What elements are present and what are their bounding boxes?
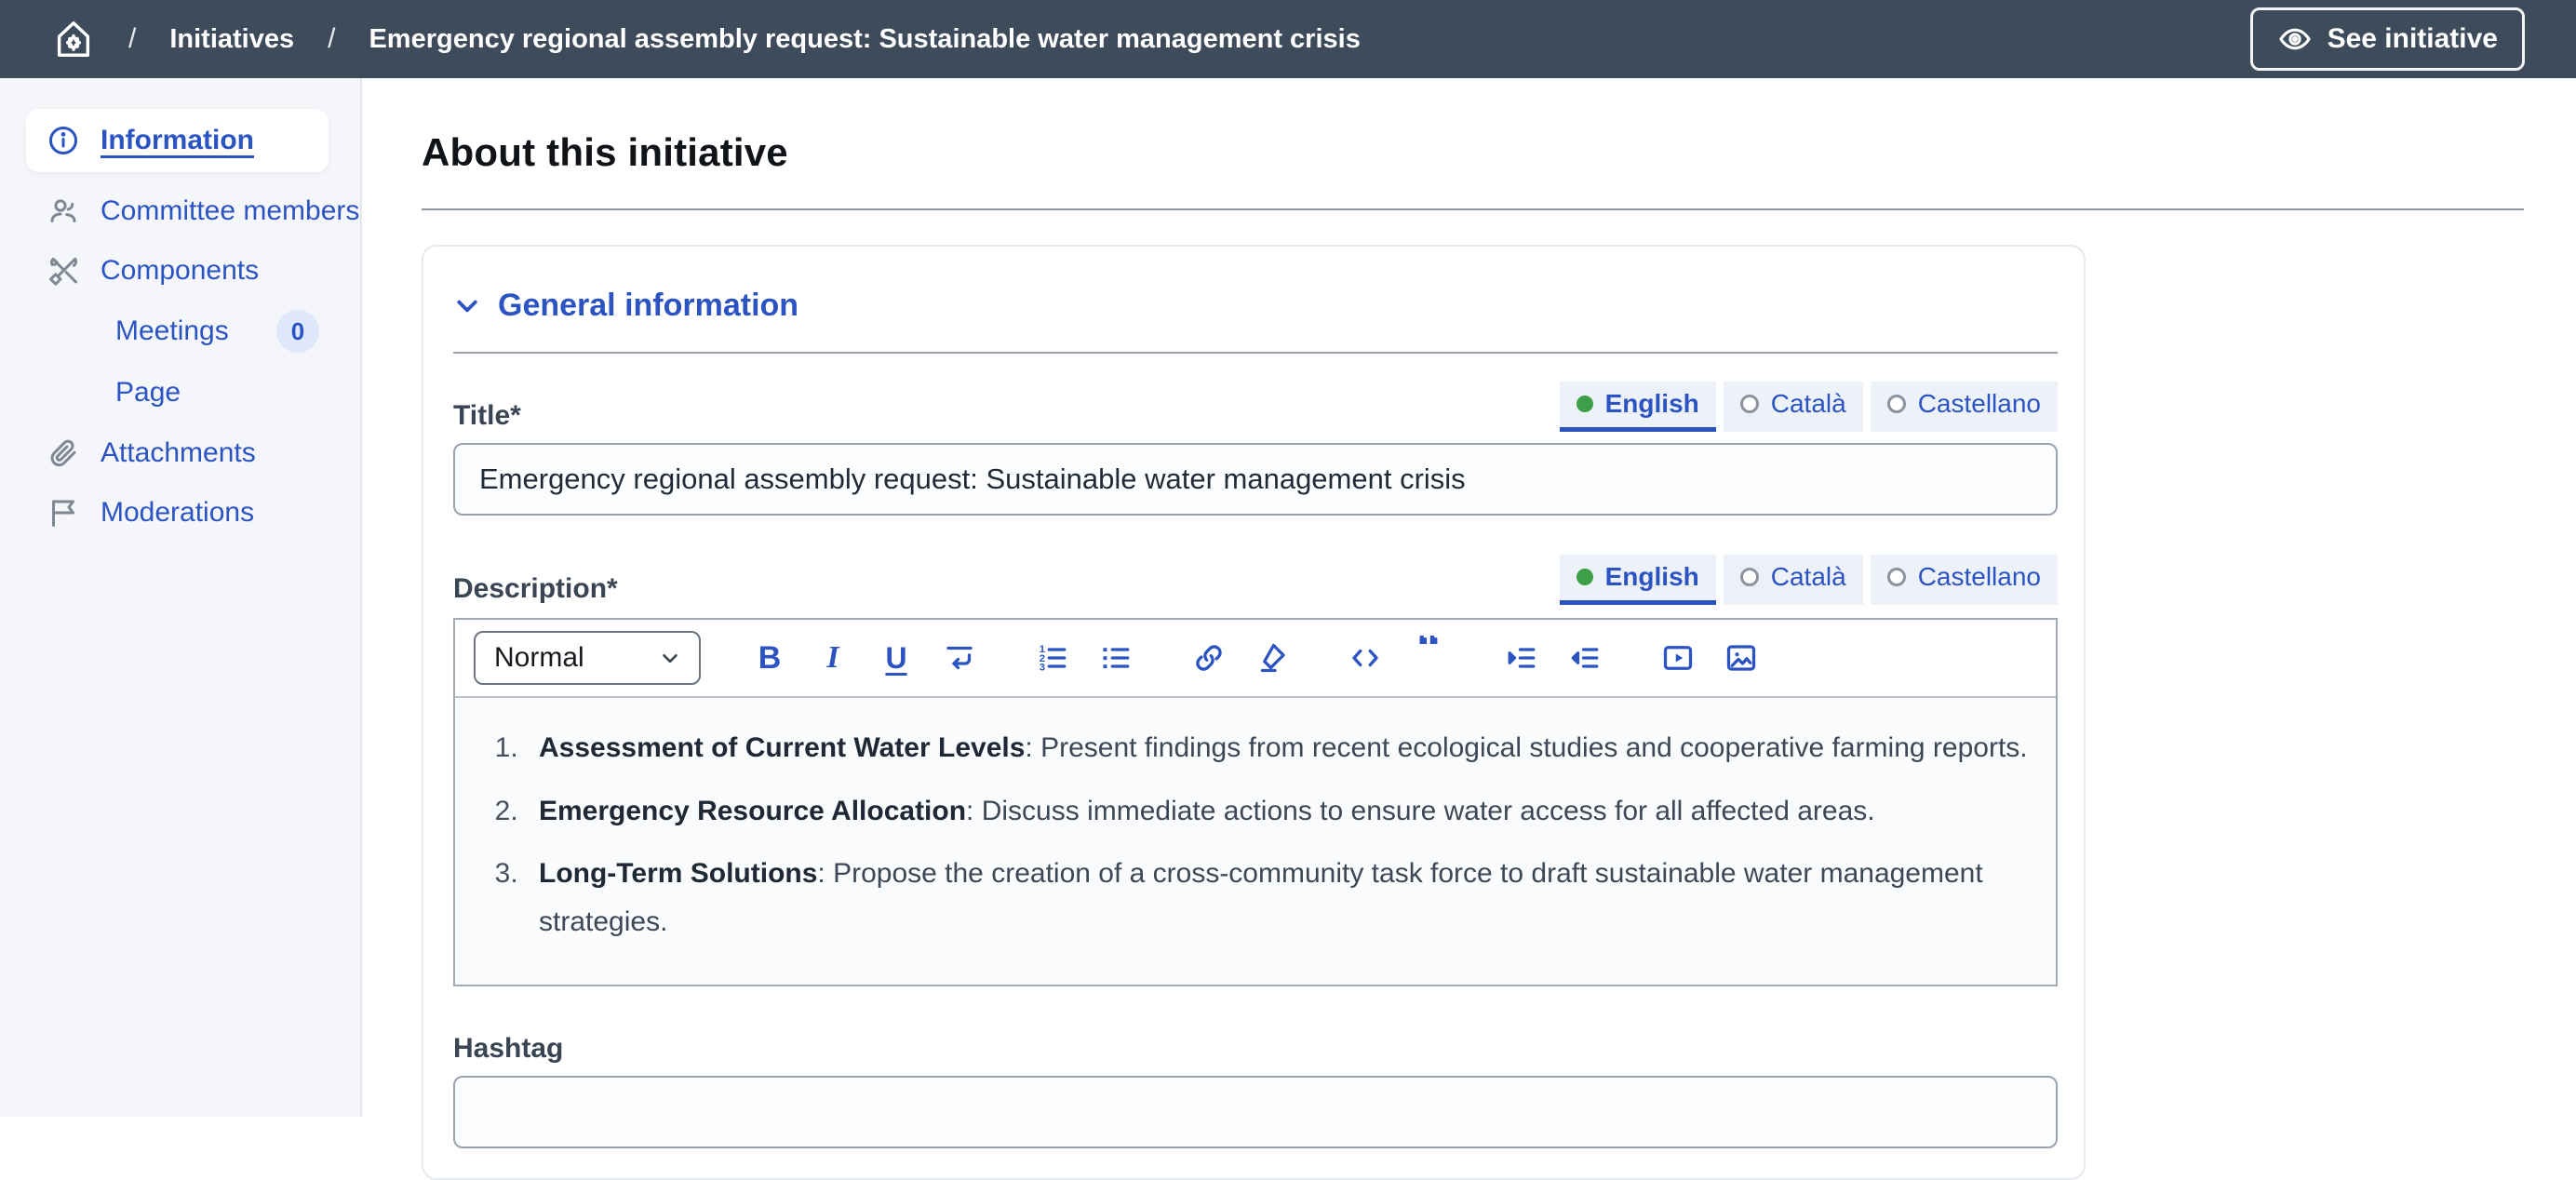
title-language-tabs: English Català Castellano [1560,382,2058,432]
admin-topbar: / Initiatives / Emergency regional assem… [0,0,2576,78]
ordered-list-icon[interactable]: 1 2 3 [1032,636,1073,680]
lang-tab-catala[interactable]: Català [1724,382,1863,432]
tools-icon [47,254,80,288]
title-field-label: Title* [453,400,521,432]
untranslated-circle-icon [1887,395,1906,413]
link-icon[interactable] [1188,636,1229,680]
lang-tab-label: Català [1771,389,1846,419]
general-information-card: General information Title* English Catal… [422,245,2086,1180]
editor-toolbar: Normal B I U [455,620,2056,698]
flag-icon [47,496,80,530]
lang-tab-label: Castellano [1918,389,2041,419]
paperclip-icon [47,436,80,470]
description-field-label: Description* [453,573,618,605]
sidebar-item-page[interactable]: Page [0,362,360,423]
lang-tab-castellano[interactable]: Castellano [1871,555,2058,605]
info-icon [47,124,80,157]
description-language-tabs: English Català Castellano [1560,555,2058,605]
sidebar-item-attachments[interactable]: Attachments [0,423,360,483]
indent-decrease-icon[interactable] [1564,636,1605,680]
sidebar-item-committee-members[interactable]: Committee members [0,181,360,241]
sidebar-item-label: Page [115,377,181,409]
sidebar-item-label: Attachments [101,437,256,469]
list-item-bold: Emergency Resource Allocation [539,796,966,826]
lang-tab-catala[interactable]: Català [1724,555,1863,605]
chevron-down-icon [658,646,682,670]
general-information-toggle[interactable]: General information [453,288,2058,324]
list-item-bold: Long-Term Solutions [539,858,817,889]
sidebar-item-moderations[interactable]: Moderations [0,483,360,543]
breadcrumb-separator: / [128,23,136,55]
list-item-text: : Discuss immediate actions to ensure wa… [966,796,1875,826]
bold-icon[interactable]: B [749,636,790,680]
meetings-count-badge: 0 [276,310,319,353]
breadcrumb-separator: / [328,23,335,55]
line-break-icon[interactable] [939,636,980,680]
lang-tab-label: Castellano [1918,562,2041,592]
editor-content-area[interactable]: Assessment of Current Water Levels: Pres… [455,698,2056,985]
blockquote-icon[interactable]: “ [1408,636,1449,660]
lang-tab-english[interactable]: English [1560,382,1716,432]
lang-tab-label: English [1605,562,1699,592]
untranslated-circle-icon [1887,568,1906,586]
translated-dot-icon [1576,569,1593,585]
code-icon[interactable] [1345,636,1386,680]
clear-format-icon[interactable] [1252,636,1293,680]
section-divider [453,352,2058,354]
title-divider [422,208,2524,210]
indent-increase-icon[interactable] [1501,636,1542,680]
paragraph-style-select[interactable]: Normal [474,631,701,685]
page-title: About this initiative [422,130,2524,175]
editor-list-item: Emergency Resource Allocation: Discuss i… [526,787,2028,836]
description-rich-text-editor: Normal B I U [453,618,2058,986]
sidebar-item-information[interactable]: Information [26,109,329,172]
list-item-text: : Present findings from recent ecologica… [1025,732,2027,763]
breadcrumb-current-initiative: Emergency regional assembly request: Sus… [369,24,1360,55]
users-icon [47,194,80,228]
lang-tab-label: Català [1771,562,1846,592]
list-item-bold: Assessment of Current Water Levels [539,732,1025,763]
lang-tab-castellano[interactable]: Castellano [1871,382,2058,432]
svg-text:3: 3 [1040,663,1045,674]
hashtag-input[interactable] [453,1076,2058,1148]
untranslated-circle-icon [1740,395,1759,413]
home-gear-icon[interactable] [52,18,95,60]
translated-dot-icon [1576,396,1593,412]
sidebar-item-meetings[interactable]: Meetings 0 [0,301,360,362]
paragraph-style-value: Normal [494,642,584,674]
editor-list-item: Long-Term Solutions: Propose the creatio… [526,850,2028,945]
chevron-down-icon [453,292,481,320]
sidebar-item-label: Components [101,255,259,287]
untranslated-circle-icon [1740,568,1759,586]
admin-sidebar: Information Committee members Components [0,78,362,1117]
section-title: General information [498,288,798,324]
underline-icon[interactable]: U [876,636,917,680]
eye-icon [2277,21,2313,57]
editor-list-item: Assessment of Current Water Levels: Pres… [526,724,2028,772]
title-input[interactable] [453,443,2058,516]
sidebar-item-label: Committee members [101,195,359,227]
hashtag-field-label: Hashtag [453,1033,563,1064]
sidebar-item-label: Information [101,125,254,156]
video-embed-icon[interactable] [1657,636,1698,680]
lang-tab-label: English [1605,389,1699,419]
italic-icon[interactable]: I [812,636,853,680]
main-content: About this initiative General informatio… [362,78,2576,1117]
bullet-list-icon[interactable] [1095,636,1136,680]
see-initiative-button[interactable]: See initiative [2250,7,2525,71]
sidebar-item-label: Moderations [101,497,254,529]
see-initiative-label: See initiative [2328,23,2498,55]
sidebar-item-components[interactable]: Components [0,241,360,301]
breadcrumb-initiatives[interactable]: Initiatives [169,24,294,55]
image-icon[interactable] [1721,636,1762,680]
lang-tab-english[interactable]: English [1560,555,1716,605]
sidebar-item-label: Meetings [115,315,229,347]
